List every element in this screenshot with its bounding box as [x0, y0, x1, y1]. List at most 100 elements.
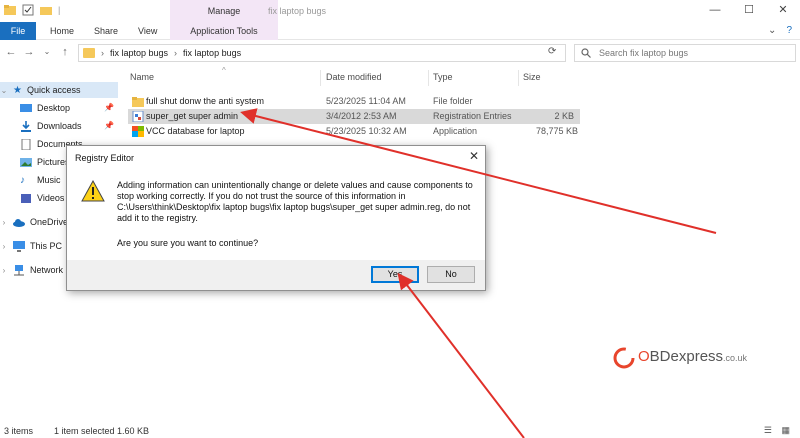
application-icon	[132, 126, 144, 137]
column-divider[interactable]	[320, 70, 321, 86]
nav-music[interactable]: ♪ Music	[20, 172, 61, 188]
file-row[interactable]: full shut donw the anti system 5/23/2025…	[128, 94, 584, 109]
quick-access-toolbar: |	[4, 4, 60, 16]
back-arrow-icon[interactable]: ←	[4, 45, 18, 59]
chevron-right-icon: ›	[174, 48, 178, 58]
forward-arrow-icon[interactable]: →	[22, 45, 36, 59]
chevron-right-icon: ›	[101, 48, 104, 58]
address-bar[interactable]: › fix laptop bugs › fix laptop bugs	[78, 44, 566, 62]
tab-view[interactable]: View	[128, 22, 167, 40]
yes-button[interactable]: Yes	[371, 266, 419, 283]
no-button[interactable]: No	[427, 266, 475, 283]
dialog-title: Registry Editor	[75, 153, 135, 163]
ribbon-right-controls: ⌄ ?	[768, 25, 792, 36]
tab-home[interactable]: Home	[40, 22, 84, 40]
title-bar: | Manage fix laptop bugs — ☐ ✕	[0, 0, 800, 22]
dialog-body: Adding information can unintentionally c…	[67, 168, 485, 260]
manage-tab[interactable]: Manage	[170, 0, 278, 22]
nav-label: Quick access	[26, 85, 81, 95]
nav-label: Desktop	[37, 103, 71, 113]
dialog-footer: Yes No	[67, 260, 485, 290]
logo-ring-icon	[613, 347, 635, 369]
new-folder-icon[interactable]	[40, 4, 52, 16]
registry-file-icon	[132, 111, 144, 122]
dialog-close-button[interactable]: ✕	[469, 149, 479, 163]
folder-icon	[83, 48, 95, 58]
breadcrumb-item[interactable]: fix laptop bugs	[183, 48, 241, 58]
nav-videos[interactable]: Videos	[20, 190, 64, 206]
pictures-icon	[20, 157, 32, 167]
tab-share[interactable]: Share	[84, 22, 128, 40]
column-divider[interactable]	[428, 70, 429, 86]
search-input[interactable]: Search fix laptop bugs	[574, 44, 796, 62]
column-header-name[interactable]: Name	[130, 72, 154, 82]
watermark-suffix: .co.uk	[723, 353, 748, 363]
divider: |	[58, 5, 61, 15]
computer-icon	[13, 240, 25, 252]
breadcrumb-item[interactable]: fix laptop bugs	[110, 48, 168, 58]
large-icons-view-icon[interactable]: ▦	[781, 425, 790, 436]
network-icon	[14, 264, 24, 275]
maximize-button[interactable]: ☐	[732, 0, 766, 22]
watermark-letter: O	[638, 348, 650, 365]
folder-icon	[4, 5, 16, 15]
file-name: full shut donw the anti system	[146, 96, 265, 106]
watermark-logo: OBDexpress.co.uk	[612, 344, 762, 374]
nav-desktop[interactable]: Desktop	[20, 100, 70, 116]
column-header-type[interactable]: Type	[433, 72, 453, 82]
folder-icon	[132, 97, 144, 107]
nav-onedrive[interactable]: › OneDrive	[0, 214, 68, 230]
nav-downloads[interactable]: Downloads	[20, 118, 82, 134]
tab-application-tools[interactable]: Application Tools	[170, 22, 278, 40]
watermark-brand: BDexpress	[649, 348, 724, 365]
nav-network[interactable]: › Network	[0, 262, 63, 278]
column-header-size[interactable]: Size	[523, 72, 541, 82]
nav-label: Network	[30, 265, 64, 275]
help-icon[interactable]: ?	[786, 25, 792, 36]
nav-label: Music	[37, 175, 61, 185]
close-button[interactable]: ✕	[766, 0, 800, 22]
dialog-message: Adding information can unintentionally c…	[117, 180, 473, 223]
nav-label: OneDrive	[30, 217, 69, 227]
nav-pictures[interactable]: Pictures	[20, 154, 70, 170]
file-type: File folder	[433, 96, 473, 106]
up-arrow-icon[interactable]: ↑	[58, 45, 72, 59]
recent-locations-chevron-icon[interactable]: ⌄	[40, 45, 54, 59]
file-size: 2 KB	[554, 111, 574, 121]
video-icon	[21, 193, 31, 203]
nav-this-pc[interactable]: › This PC	[0, 238, 62, 254]
file-name: VCC database for laptop	[146, 126, 245, 136]
properties-icon[interactable]	[22, 4, 34, 16]
search-icon	[581, 48, 591, 58]
chevron-down-icon[interactable]: ⌄	[0, 86, 8, 95]
nav-label: Downloads	[37, 121, 82, 131]
column-divider[interactable]	[518, 70, 519, 86]
sort-ascending-icon: ^	[222, 66, 226, 75]
window-controls: — ☐ ✕	[698, 0, 800, 22]
tab-file[interactable]: File	[0, 22, 36, 40]
file-date: 3/4/2012 2:53 AM	[326, 111, 397, 121]
minimize-button[interactable]: —	[698, 0, 732, 22]
nav-label: This PC	[30, 241, 63, 251]
file-date: 5/23/2025 11:04 AM	[326, 96, 406, 106]
status-bar: 3 items 1 item selected 1.60 KB ☰ ▦	[0, 424, 800, 438]
selection-info: 1 item selected 1.60 KB	[54, 426, 150, 436]
download-icon	[21, 120, 31, 132]
chevron-right-icon[interactable]: ›	[0, 266, 8, 275]
refresh-icon[interactable]: ⟳	[548, 46, 556, 57]
pin-icon: 📌	[104, 121, 114, 130]
chevron-right-icon[interactable]: ›	[0, 242, 8, 251]
file-size: 78,775 KB	[535, 126, 578, 136]
file-type: Application	[433, 126, 478, 136]
ribbon-tabs: File Home Share View Application Tools ⌄…	[0, 22, 800, 40]
nav-label: Videos	[37, 193, 65, 203]
column-header-date[interactable]: Date modified	[326, 72, 382, 82]
file-row[interactable]: super_get super admin 3/4/2012 2:53 AM R…	[128, 109, 580, 124]
file-row[interactable]: VCC database for laptop 5/23/2025 10:32 …	[128, 124, 584, 139]
details-view-icon[interactable]: ☰	[764, 425, 772, 436]
item-count: 3 items	[4, 426, 34, 436]
chevron-right-icon[interactable]: ›	[0, 218, 8, 227]
nav-quick-access[interactable]: ⌄ ★ Quick access	[0, 82, 118, 98]
file-date: 5/23/2025 10:32 AM	[326, 126, 407, 136]
chevron-down-icon[interactable]: ⌄	[768, 25, 776, 36]
